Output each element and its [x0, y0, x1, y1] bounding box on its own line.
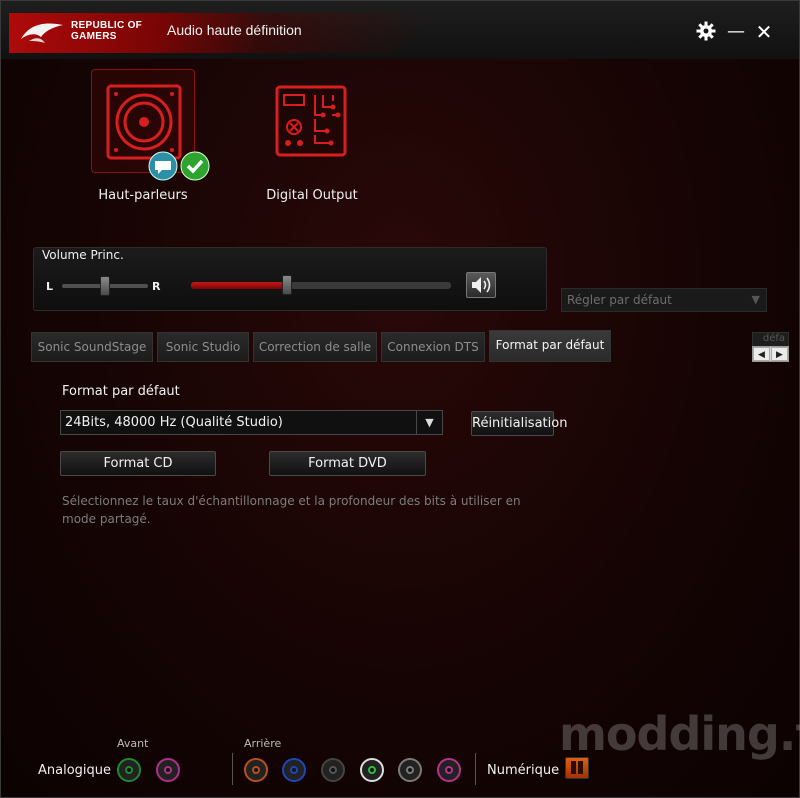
- title-bar: REPUBLIC OF GAMERS Audio haute définitio…: [1, 1, 799, 59]
- tab-sonic-studio[interactable]: Sonic Studio: [157, 332, 249, 362]
- tab-scroll-right-icon[interactable]: ▶: [771, 347, 788, 361]
- balance-slider[interactable]: [62, 276, 148, 296]
- volume-slider[interactable]: [191, 275, 451, 295]
- device-speakers[interactable]: Haut-parleurs: [91, 69, 210, 203]
- balance-left-label: L: [46, 280, 54, 293]
- tab-sonic-soundstage[interactable]: Sonic SoundStage: [31, 332, 153, 362]
- reset-button[interactable]: Réinitialisation: [471, 411, 567, 436]
- rear-jack-lime[interactable]: [360, 758, 384, 782]
- set-default-select[interactable]: Régler par défaut ▼: [561, 288, 767, 312]
- volume-title: Volume Princ.: [42, 248, 124, 262]
- minimize-button[interactable]: —: [725, 21, 747, 43]
- settings-button[interactable]: [695, 21, 717, 43]
- mute-button[interactable]: [466, 272, 496, 298]
- rear-jack-black[interactable]: [321, 758, 345, 782]
- rog-brand-text: REPUBLIC OF GAMERS: [71, 20, 142, 42]
- close-button[interactable]: ✕: [753, 21, 775, 43]
- balance-slider-thumb[interactable]: [100, 276, 110, 296]
- format-select-value: 24Bits, 48000 Hz (Qualité Studio): [65, 415, 283, 430]
- gear-icon: [696, 21, 716, 41]
- chevron-down-icon: ▼: [416, 411, 442, 434]
- jack-divider: [475, 753, 476, 785]
- rog-logo-icon: [21, 23, 63, 43]
- format-select[interactable]: 24Bits, 48000 Hz (Qualité Studio) ▼: [60, 410, 443, 435]
- main-volume-panel: Volume Princ. L R: [33, 247, 547, 311]
- cd-format-button[interactable]: Format CD: [60, 451, 216, 476]
- balance-right-label: R: [152, 280, 161, 293]
- rear-label: Arrière: [244, 737, 282, 750]
- rear-jack-blue[interactable]: [282, 758, 306, 782]
- rear-jack-orange[interactable]: [244, 758, 268, 782]
- analog-label: Analogique: [38, 763, 112, 778]
- device-speakers-label: Haut-parleurs: [98, 188, 188, 203]
- device-digital-output-label: Digital Output: [266, 188, 358, 203]
- tab-scroll-arrows: ◀ ▶: [752, 346, 789, 362]
- window-title: Audio haute définition: [167, 22, 302, 38]
- speaker-volume-icon: [472, 277, 491, 293]
- volume-slider-fill: [191, 282, 287, 289]
- tab-scroll-left-icon[interactable]: ◀: [753, 347, 770, 361]
- tab-room-correction[interactable]: Correction de salle: [253, 332, 377, 362]
- tab-default-format[interactable]: Format par défaut: [489, 330, 611, 362]
- device-digital-output-box: [260, 69, 364, 173]
- chat-bubble-icon: [148, 151, 178, 181]
- front-jack-pink[interactable]: [156, 758, 180, 782]
- front-label: Avant: [117, 737, 149, 750]
- audio-window: REPUBLIC OF GAMERS Audio haute définitio…: [0, 0, 800, 798]
- set-default-select-value: Régler par défaut: [567, 293, 672, 307]
- circuit-board-icon: [275, 85, 347, 157]
- format-description: Sélectionnez le taux d'échantillonnage e…: [62, 494, 521, 526]
- digital-label: Numérique: [487, 763, 560, 778]
- volume-slider-thumb[interactable]: [282, 275, 292, 295]
- rear-jack-magenta[interactable]: [437, 758, 461, 782]
- brand-line-1: REPUBLIC OF: [71, 20, 143, 31]
- front-jack-green[interactable]: [117, 758, 141, 782]
- device-digital-output[interactable]: Digital Output: [260, 69, 364, 203]
- dvd-format-button[interactable]: Format DVD: [269, 451, 426, 476]
- default-checkmark-icon: [180, 151, 210, 181]
- brand-line-2: GAMERS: [71, 31, 117, 42]
- watermark: modding.fr: [559, 707, 800, 761]
- tab-dts-connect[interactable]: Connexion DTS: [381, 332, 485, 362]
- jack-divider: [232, 753, 233, 785]
- rear-jack-gray[interactable]: [398, 758, 422, 782]
- default-format-title: Format par défaut: [62, 384, 180, 399]
- chevron-down-icon: ▼: [751, 293, 760, 306]
